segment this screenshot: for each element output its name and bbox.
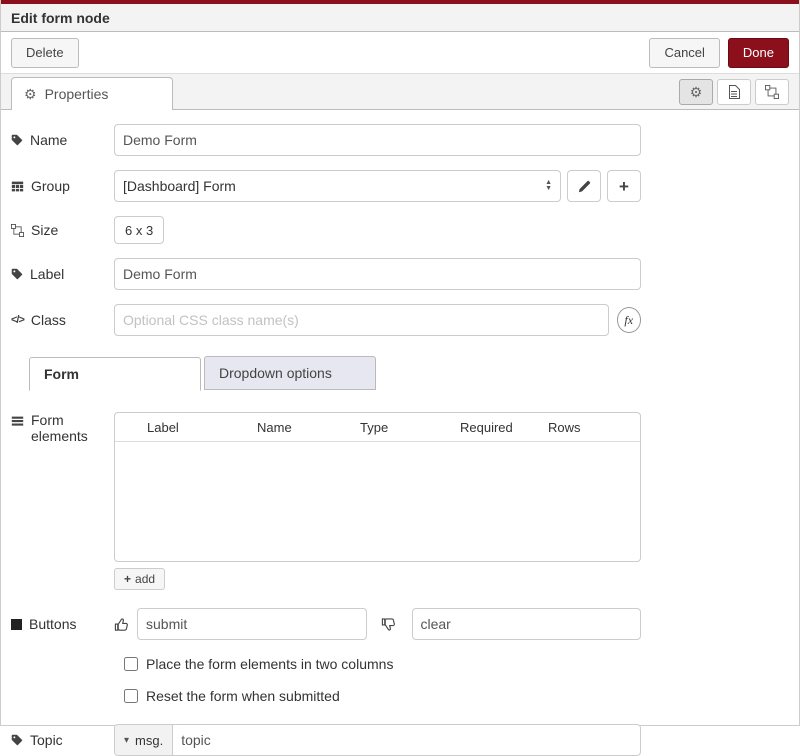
class-label: </> Class (11, 312, 114, 328)
buttons-label: Buttons (11, 616, 114, 632)
column-header: Type (360, 420, 460, 435)
plus-icon: + (124, 573, 131, 585)
size-row: Size 6 x 3 (11, 216, 799, 244)
dialog-title: Edit form node (11, 10, 110, 26)
submit-button-field[interactable] (137, 608, 367, 640)
delete-button[interactable]: Delete (11, 38, 79, 68)
tag-icon (11, 134, 23, 146)
reset-option: Reset the form when submitted (124, 688, 799, 704)
topic-field[interactable]: topic (173, 725, 219, 755)
tab-right-buttons: ⚙ (679, 79, 789, 105)
name-row: Name (11, 124, 799, 156)
select-arrows-icon: ▲▼ (545, 180, 552, 192)
square-icon (11, 619, 22, 630)
class-row: </> Class fx (11, 304, 799, 336)
size-icon (11, 224, 24, 237)
file-text-icon (728, 85, 740, 99)
group-label: Group (11, 178, 114, 194)
group-select[interactable]: [Dashboard] Form ▲▼ (114, 170, 561, 202)
add-element-button[interactable]: + add (114, 568, 165, 590)
dialog-header: Edit form node (1, 4, 799, 32)
group-select-value: [Dashboard] Form (123, 178, 236, 194)
thumbs-up-icon (114, 617, 129, 632)
form-elements-label: Form elements (11, 412, 114, 590)
properties-panel: Name Group [Dashboard] Form ▲▼ (1, 110, 799, 756)
add-group-button[interactable]: + (607, 170, 641, 202)
appearance-button[interactable] (755, 79, 789, 105)
topic-type-label: msg. (135, 733, 163, 748)
dialog-toolbar: Delete Cancel Done (1, 32, 799, 74)
caret-down-icon: ▾ (124, 735, 129, 746)
two-columns-option: Place the form elements in two columns (124, 656, 799, 672)
label-label: Label (11, 266, 114, 282)
form-elements-editor: Label Name Type Required Rows + add (114, 412, 641, 590)
size-label: Size (11, 222, 114, 238)
form-elements-row: Form elements Label Name Type Required R… (11, 412, 799, 590)
name-label: Name (11, 132, 114, 148)
plus-icon: + (619, 178, 629, 195)
topic-label: Topic (11, 732, 114, 748)
code-icon: </> (11, 314, 24, 326)
subtab-form[interactable]: Form (29, 357, 201, 391)
table-icon (11, 180, 24, 193)
two-columns-checkbox-label: Place the form elements in two columns (146, 656, 393, 672)
form-elements-table[interactable]: Label Name Type Required Rows (114, 412, 641, 562)
column-header: Name (257, 420, 360, 435)
label-row: Label (11, 258, 799, 290)
subtab-dropdown-options[interactable]: Dropdown options (204, 356, 376, 390)
gear-icon: ⚙ (24, 86, 37, 103)
clear-button-field[interactable] (412, 608, 642, 640)
fx-button[interactable]: fx (617, 307, 641, 333)
topic-row: Topic ▾ msg. topic (11, 724, 799, 756)
class-field[interactable] (114, 304, 609, 336)
form-subtabs: Form Dropdown options (29, 356, 799, 390)
name-field[interactable] (114, 124, 641, 156)
size-button[interactable]: 6 x 3 (114, 216, 164, 244)
two-columns-checkbox[interactable] (124, 657, 138, 671)
topic-typed-input: ▾ msg. topic (114, 724, 641, 756)
edit-group-button[interactable] (567, 170, 601, 202)
object-group-icon (765, 85, 779, 99)
tab-properties[interactable]: ⚙ Properties (11, 77, 173, 110)
column-header: Label (147, 420, 257, 435)
buttons-row: Buttons (11, 608, 799, 640)
pencil-icon (578, 180, 591, 193)
cancel-button[interactable]: Cancel (649, 38, 719, 68)
reset-checkbox-label: Reset the form when submitted (146, 688, 340, 704)
group-row: Group [Dashboard] Form ▲▼ + (11, 170, 799, 202)
tab-properties-label: Properties (45, 86, 109, 102)
tag-icon (11, 268, 23, 280)
done-button[interactable]: Done (728, 38, 789, 68)
editor-tabbar: ⚙ Properties ⚙ (1, 74, 799, 110)
thumbs-down-icon (381, 617, 396, 632)
label-field[interactable] (114, 258, 641, 290)
topic-type-button[interactable]: ▾ msg. (115, 725, 173, 755)
reset-checkbox[interactable] (124, 689, 138, 703)
node-settings-button[interactable]: ⚙ (679, 79, 713, 105)
edit-form-node-dialog: Edit form node Delete Cancel Done ⚙ Prop… (0, 0, 800, 726)
list-icon (11, 415, 24, 428)
column-header: Rows (548, 420, 581, 435)
tag-icon (11, 734, 23, 746)
column-header: Required (460, 420, 548, 435)
form-elements-table-header: Label Name Type Required Rows (115, 413, 640, 442)
description-button[interactable] (717, 79, 751, 105)
gear-icon: ⚙ (690, 84, 703, 101)
